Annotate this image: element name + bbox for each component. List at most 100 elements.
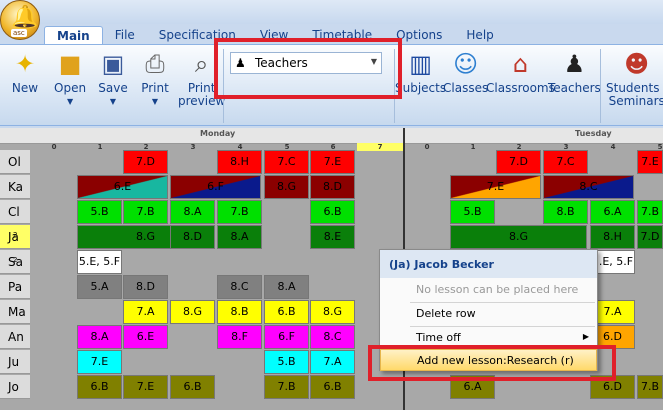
print-button[interactable]: ⎙ Print ▼ [140,49,170,108]
lesson-cell[interactable]: 5.B [264,350,309,374]
floppy-disk-icon: ▣ [101,50,125,78]
classrooms-button[interactable]: ⌂ Classrooms [486,49,555,95]
tab-help[interactable]: Help [454,26,505,44]
lesson-cell[interactable]: 6.D [590,375,635,399]
lesson-cell[interactable]: 6.B [310,200,355,224]
lesson-cell[interactable]: 7.B [637,375,663,399]
graduation-cap-icon: ♟ [563,50,586,78]
lesson-cell[interactable]: 5.E, 5.F [77,250,122,274]
teacher-row-label-pa[interactable]: Pa [0,275,30,299]
lesson-cell[interactable]: 7.B [217,200,262,224]
tab-options[interactable]: Options [384,26,454,44]
teacher-row-label-jo[interactable]: Jo [0,375,30,399]
lesson-cell[interactable]: 8.A [217,225,262,249]
tab-main[interactable]: Main [44,26,103,44]
lesson-cell[interactable]: 6.F [170,175,261,199]
tab-view[interactable]: View [248,26,300,44]
lesson-cell[interactable]: 8.D [170,225,215,249]
lesson-cell[interactable]: 8.C [310,325,355,349]
teacher-row-label-ja[interactable]: Ja 2 [0,225,30,249]
menu-item-delete-row[interactable]: Delete row [380,303,597,325]
teacher-row-label-ju[interactable]: Ju [0,350,30,374]
lesson-cell[interactable]: 8.H [217,150,262,174]
lesson-cell[interactable]: 6.B [77,375,122,399]
teacher-abbrev: Ka [8,180,24,194]
teacher-row-label-ka[interactable]: Ka [0,175,30,199]
lesson-cell[interactable]: 6.F [264,325,309,349]
subjects-label: Subjects [395,81,447,95]
lesson-cell[interactable]: 8.E [310,225,355,249]
lesson-cell[interactable]: 5.A [77,275,122,299]
day-header-bar: Monday Tuesday [0,128,663,144]
open-button[interactable]: ■ Open ▼ [54,49,86,108]
tab-timetable[interactable]: Timetable [300,26,384,44]
lesson-cell[interactable]: 8.A [170,200,215,224]
lesson-cell[interactable]: 6.E [77,175,168,199]
lesson-cell[interactable]: 7.C [543,150,588,174]
lesson-cell[interactable]: 8.D [123,275,168,299]
save-button[interactable]: ▣ Save ▼ [98,49,128,108]
lesson-cell[interactable]: 7.C [264,150,309,174]
lesson-cell[interactable]: 7.E [310,150,355,174]
lesson-cell[interactable]: 6.E [123,325,168,349]
lesson-cell[interactable]: 7.A [310,350,355,374]
lesson-cell[interactable]: 8.D [310,175,355,199]
lesson-cell[interactable]: 7.E [450,175,541,199]
chevron-down-icon: ▼ [370,57,377,66]
lesson-cell[interactable]: 8.H [590,225,635,249]
lesson-cell[interactable]: 8.G [264,175,309,199]
teacher-row-label-ma[interactable]: Ma [0,300,30,324]
lesson-cell[interactable]: 8.G [310,300,355,324]
tab-file[interactable]: File [103,26,147,44]
lesson-cell[interactable]: 7.A [123,300,168,324]
lesson-cell[interactable]: 6.B [264,300,309,324]
tab-specification[interactable]: Specification [147,26,248,44]
subjects-button[interactable]: ▥ Subjects [395,49,446,95]
lesson-cell[interactable]: 6.A [590,200,635,224]
lesson-cell[interactable]: 8.G [170,300,215,324]
teachers-button[interactable]: ♟ Teachers [548,49,601,95]
teacher-row-label-sa[interactable]: Sa 2 [0,250,30,274]
lesson-cell[interactable]: 7.E [123,375,168,399]
lesson-cell[interactable]: 7.D [496,150,541,174]
lesson-cell[interactable]: 7.D [123,150,168,174]
print-preview-button[interactable]: ⌕ Print preview [178,49,225,108]
lesson-cell[interactable]: 8.G [450,225,587,249]
lesson-cell[interactable]: 6.B [170,375,215,399]
lesson-cell[interactable]: 6.A [450,375,495,399]
lesson-cell[interactable]: 8.B [543,200,588,224]
new-button[interactable]: ✦ New [10,49,40,95]
period-number: 0 [51,143,57,151]
view-selector-dropdown[interactable]: ♟ Teachers ▼ [230,52,382,74]
lesson-cell[interactable]: 7.B [637,200,663,224]
ribbon-tabs: Main File Specification View Timetable O… [44,26,506,44]
teacher-row-label-an[interactable]: An [0,325,30,349]
ribbon-separator [223,49,224,123]
lesson-cell[interactable]: 6.B [310,375,355,399]
classes-button[interactable]: ☺ Classes [443,49,488,95]
lesson-cell[interactable]: 5.B [450,200,495,224]
lesson-cell[interactable]: 8.C [543,175,634,199]
lesson-cell[interactable]: 7.B [123,200,168,224]
lesson-cell[interactable]: 7.E [77,350,122,374]
lesson-cell[interactable]: 8.C [217,275,262,299]
teacher-icon: ♟ [235,56,246,70]
menu-item-time-off[interactable]: Time off ▶ [380,327,597,349]
teacher-row-label-ol[interactable]: Ol [0,150,30,174]
lesson-cell[interactable]: 8.F [217,325,262,349]
lesson-cell[interactable]: 7.D [637,225,663,249]
chevron-down-icon: ▼ [66,97,74,106]
lesson-cell[interactable]: 8.A [264,275,309,299]
lesson-cell[interactable]: 7.E [637,150,663,174]
app-menu-button[interactable]: 🔔 asc [0,0,40,40]
submenu-arrow-icon: ▶ [582,332,589,341]
print-label: Print [141,81,169,95]
chevron-down-icon: ▼ [109,97,117,106]
lesson-cell[interactable]: 5.B [77,200,122,224]
lesson-cell[interactable]: 8.A [77,325,122,349]
lesson-cell[interactable]: 8.B [217,300,262,324]
teacher-row-label-cl[interactable]: Cl [0,200,30,224]
students-seminars-button[interactable]: ☻ Students / Seminars [606,49,663,108]
menu-item-add-new-lesson[interactable]: Add new lesson:Research (r) [380,349,597,371]
lesson-cell[interactable]: 7.B [264,375,309,399]
